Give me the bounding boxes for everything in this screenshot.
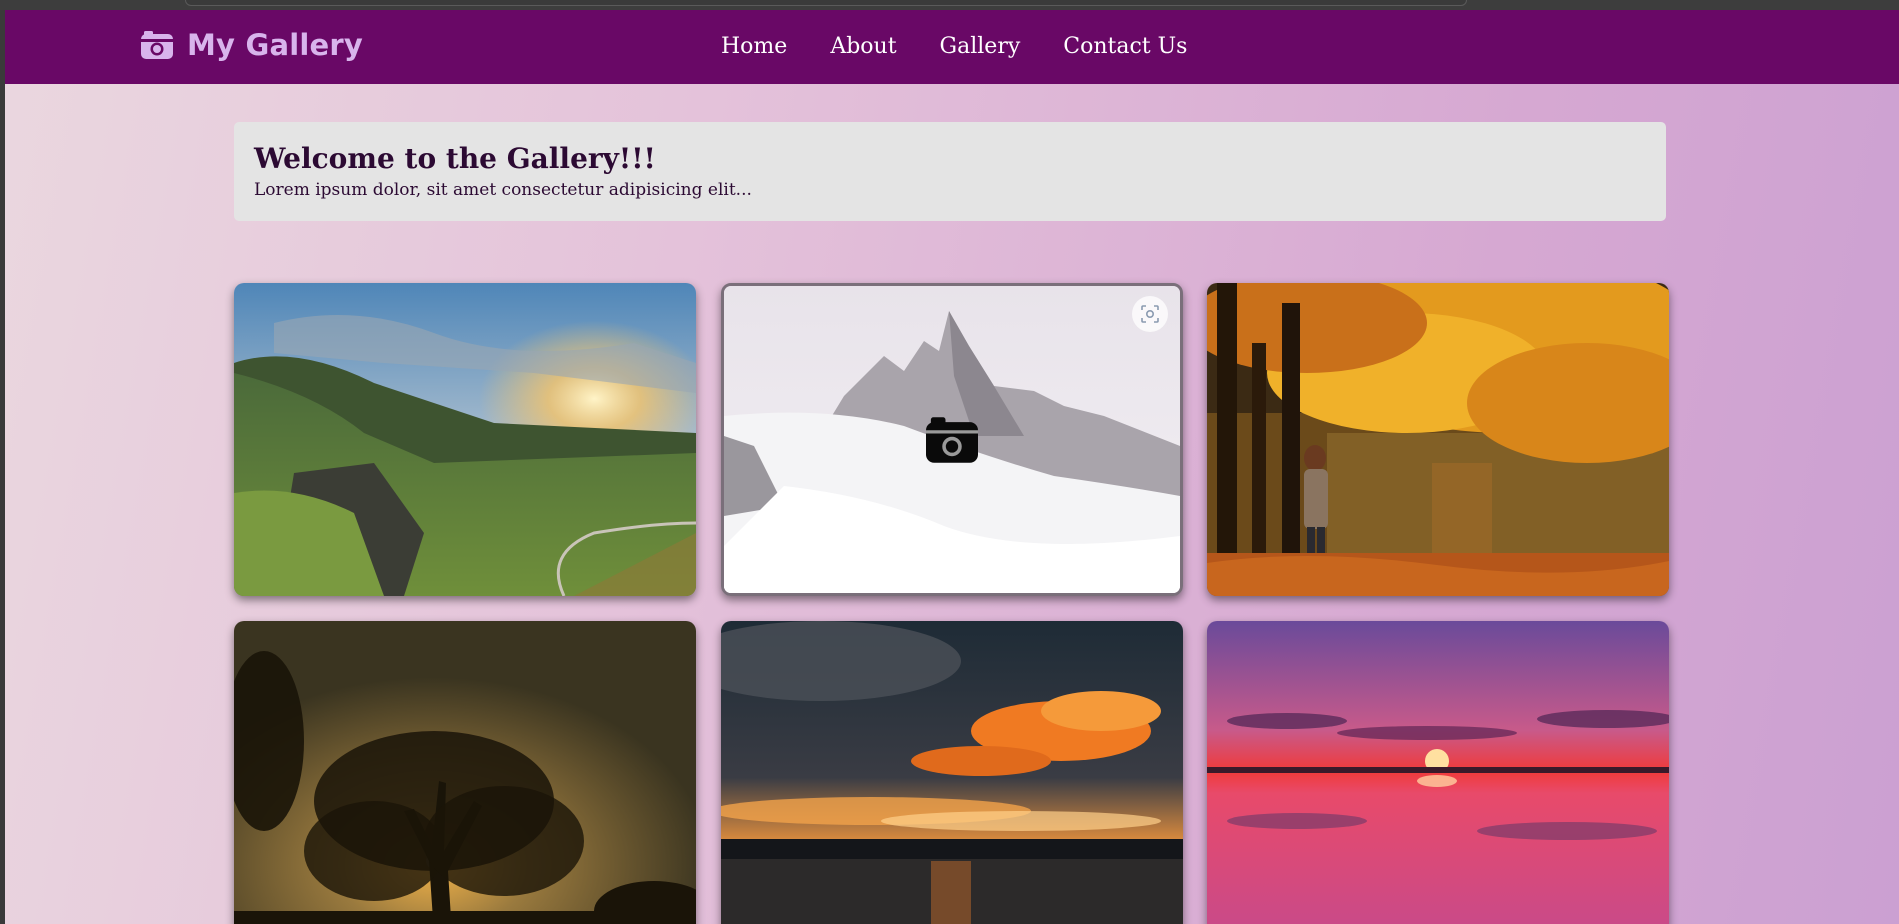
brand-name: My Gallery [187,28,363,62]
gallery-photo-mountain[interactable] [721,283,1183,596]
scan-button[interactable] [1132,296,1168,332]
welcome-text: Lorem ipsum dolor, sit amet consectetur … [254,180,752,200]
page: My Gallery Home About Gallery Contact Us… [5,10,1899,924]
brand[interactable]: My Gallery [141,28,363,62]
nav-about[interactable]: About [830,34,896,59]
scan-icon [1141,305,1159,323]
welcome-title: Welcome to the Gallery!!! [254,142,656,175]
gallery-photo-orange-clouds[interactable] [721,621,1183,924]
camera-retro-icon [141,31,173,59]
gallery-photo-valley[interactable] [234,283,696,596]
tree-sunset-image [234,621,696,924]
nav-home[interactable]: Home [721,34,787,59]
pink-sunset-image [1207,621,1669,924]
navbar: My Gallery Home About Gallery Contact Us [5,10,1899,84]
nav-contact-us[interactable]: Contact Us [1063,34,1187,59]
orange-clouds-image [721,621,1183,924]
camera-icon [926,416,978,463]
autumn-image [1207,283,1669,596]
main-nav: Home About Gallery Contact Us [721,34,1187,59]
valley-image [234,283,696,596]
gallery-photo-autumn[interactable] [1207,283,1669,596]
gallery-photo-tree-sunset[interactable] [234,621,696,924]
nav-gallery[interactable]: Gallery [940,34,1021,59]
welcome-panel: Welcome to the Gallery!!! Lorem ipsum do… [234,122,1666,221]
browser-address-bar [185,0,1467,6]
browser-top-strip [0,0,1899,10]
gallery-photo-pink-sunset[interactable] [1207,621,1669,924]
